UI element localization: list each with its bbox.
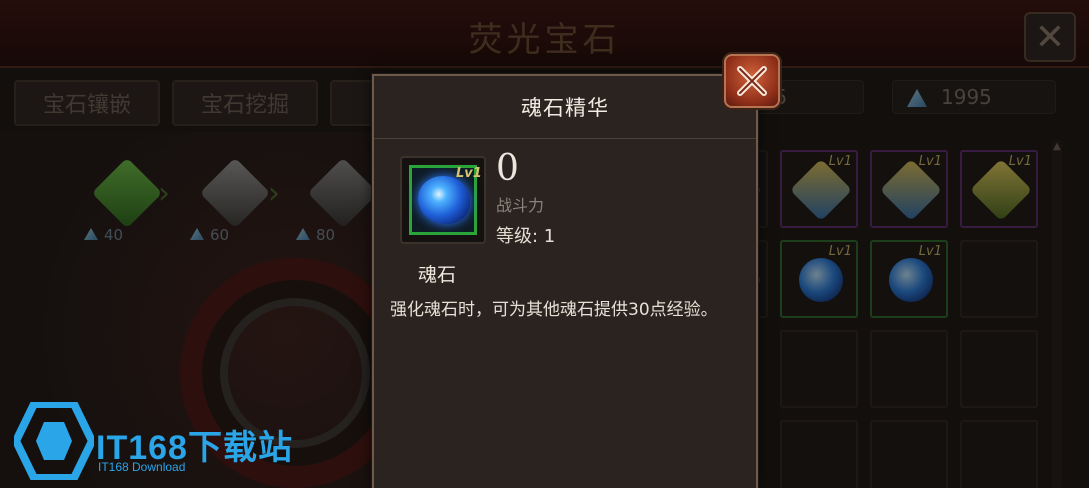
tab-gem-inlay[interactable]: 宝石镶嵌	[14, 80, 160, 126]
inventory-slot[interactable]	[960, 240, 1038, 318]
close-icon	[737, 66, 767, 96]
inventory-slot[interactable]	[960, 420, 1038, 488]
popup-divider	[374, 138, 756, 139]
resource-counter-2: 1995	[892, 80, 1056, 114]
soul-stone-icon	[799, 258, 843, 302]
stage-cost-3: 80	[296, 226, 335, 244]
scroll-up-arrow-icon[interactable]: ▲	[1052, 142, 1062, 152]
inventory-slot[interactable]: Lv1	[870, 150, 948, 228]
inventory-slot[interactable]	[960, 330, 1038, 408]
chevron-right-icon: ›	[268, 176, 280, 211]
window-title: 荧光宝石	[468, 20, 621, 60]
item-level-badge: Lv1	[456, 166, 482, 181]
combat-power-value: 0	[496, 148, 519, 189]
chevron-right-icon: ›	[158, 176, 170, 211]
diamond-icon	[907, 89, 927, 107]
diamond-icon	[190, 228, 204, 240]
window-close-button[interactable]: ✕	[1024, 12, 1076, 62]
diamond-icon	[84, 228, 98, 240]
resource-value-2: 1995	[941, 85, 992, 109]
inventory-slot[interactable]: Lv1	[780, 240, 858, 318]
close-icon: ✕	[1034, 16, 1066, 58]
popup-close-button[interactable]	[724, 54, 780, 108]
soul-stone-icon	[889, 258, 933, 302]
inventory-slot[interactable]	[870, 330, 948, 408]
inventory-slot[interactable]: Lv1	[870, 240, 948, 318]
item-level-text: 等级: 1	[496, 226, 556, 247]
stage-cost-value: 40	[104, 226, 124, 244]
tab-gem-dig[interactable]: 宝石挖掘	[172, 80, 318, 126]
item-description: 强化魂石时，可为其他魂石提供30点经验。	[390, 300, 718, 320]
item-rarity-border: Lv1	[409, 165, 482, 235]
gem-level-badge: Lv1	[828, 154, 852, 169]
inventory-slot[interactable]	[780, 420, 858, 488]
inventory-slot[interactable]	[870, 420, 948, 488]
it168-logo-icon	[14, 402, 94, 480]
item-detail-popup: 魂石精华 Lv1 0 战斗力 等级: 1 魂石 强化魂石时，可为其他魂石提供30…	[372, 74, 758, 488]
tab-third[interactable]	[330, 80, 376, 126]
gem-level-badge: Lv1	[1008, 154, 1032, 169]
item-icon-frame: Lv1	[400, 156, 486, 244]
item-name: 魂石	[418, 264, 457, 286]
inventory-slot[interactable]: Lv1	[780, 150, 858, 228]
stage-cost-value: 80	[316, 226, 336, 244]
gem-level-badge: Lv1	[828, 244, 852, 259]
inventory-slot[interactable]: Lv1	[960, 150, 1038, 228]
popup-title: 魂石精华	[521, 96, 609, 120]
stage-cost-1: 40	[84, 226, 123, 244]
stage-cost-2: 60	[190, 226, 229, 244]
soul-stone-icon	[418, 176, 470, 224]
diamond-icon	[296, 228, 310, 240]
stage-cost-value: 60	[210, 226, 230, 244]
inventory-scrollbar[interactable]	[1052, 140, 1062, 488]
inventory-slot[interactable]	[780, 330, 858, 408]
gem-level-badge: Lv1	[918, 154, 942, 169]
combat-power-label: 战斗力	[496, 196, 545, 215]
gem-level-badge: Lv1	[918, 244, 942, 259]
watermark-subtitle: IT168 Download	[98, 460, 186, 474]
